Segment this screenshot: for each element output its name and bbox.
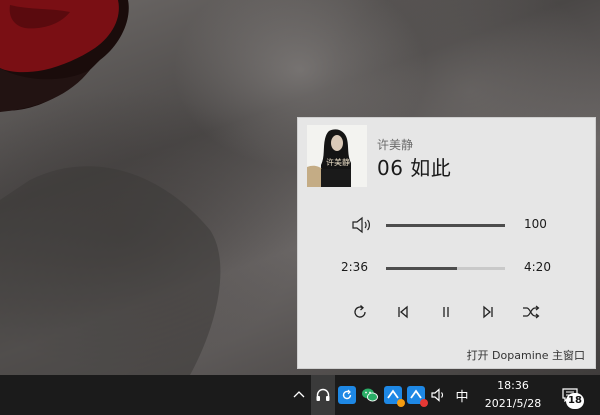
track-title: 06 如此 bbox=[377, 156, 452, 180]
next-icon bbox=[483, 305, 493, 319]
clock-date: 2021/5/28 bbox=[484, 397, 542, 410]
wechat-icon bbox=[362, 388, 378, 402]
shuffle-button[interactable] bbox=[519, 301, 543, 323]
progress-slider-fill bbox=[386, 267, 458, 270]
notification-count-badge: 18 bbox=[566, 393, 584, 409]
clock[interactable]: 18:36 2021/5/28 bbox=[473, 375, 553, 415]
chevron-up-icon bbox=[293, 391, 305, 398]
open-main-window-link[interactable]: 打开 Dopamine 主窗口 bbox=[467, 347, 585, 363]
refresh-app-icon bbox=[338, 386, 356, 404]
pause-icon bbox=[443, 307, 449, 317]
ime-label: 中 bbox=[455, 389, 469, 405]
current-time: 2:36 bbox=[341, 260, 368, 274]
volume-row: 100 bbox=[298, 215, 597, 235]
tray-wechat[interactable] bbox=[359, 375, 381, 415]
volume-slider-fill bbox=[386, 224, 505, 227]
media-flyout: 许美静 许美静 06 如此 100 2:36 4:20 打开 Dopamine … bbox=[297, 117, 596, 369]
lark-icon bbox=[384, 386, 405, 407]
album-art: 许美静 bbox=[307, 125, 367, 187]
repeat-icon bbox=[354, 305, 366, 318]
shuffle-icon bbox=[523, 305, 540, 319]
tray-app-1[interactable] bbox=[336, 375, 358, 415]
ime-indicator[interactable]: 中 bbox=[451, 375, 473, 415]
tray-app-4[interactable] bbox=[405, 375, 428, 415]
playback-controls bbox=[298, 301, 597, 323]
album-art-text: 许美静 bbox=[326, 158, 350, 167]
volume-slider[interactable] bbox=[386, 224, 505, 227]
show-hidden-icons-button[interactable] bbox=[288, 375, 310, 415]
progress-slider[interactable] bbox=[386, 267, 505, 270]
pause-button[interactable] bbox=[434, 301, 458, 323]
previous-button[interactable] bbox=[391, 301, 415, 323]
next-button[interactable] bbox=[476, 301, 500, 323]
progress-row: 2:36 4:20 bbox=[298, 258, 597, 278]
volume-value: 100 bbox=[524, 217, 547, 231]
speaker-icon bbox=[431, 388, 444, 402]
previous-icon bbox=[398, 305, 408, 319]
repeat-button[interactable] bbox=[348, 301, 372, 323]
speaker-icon[interactable] bbox=[351, 215, 373, 235]
artist-name: 许美静 bbox=[377, 138, 414, 152]
taskbar: 中 18:36 2021/5/28 bbox=[0, 375, 600, 415]
tray-volume[interactable] bbox=[428, 375, 450, 415]
tray-app-3[interactable] bbox=[382, 375, 405, 415]
total-time: 4:20 bbox=[524, 260, 551, 274]
tray-dopamine[interactable] bbox=[311, 375, 335, 415]
clock-time: 18:36 bbox=[497, 379, 529, 392]
lark-icon-2 bbox=[407, 386, 428, 407]
headphones-icon bbox=[316, 388, 330, 401]
